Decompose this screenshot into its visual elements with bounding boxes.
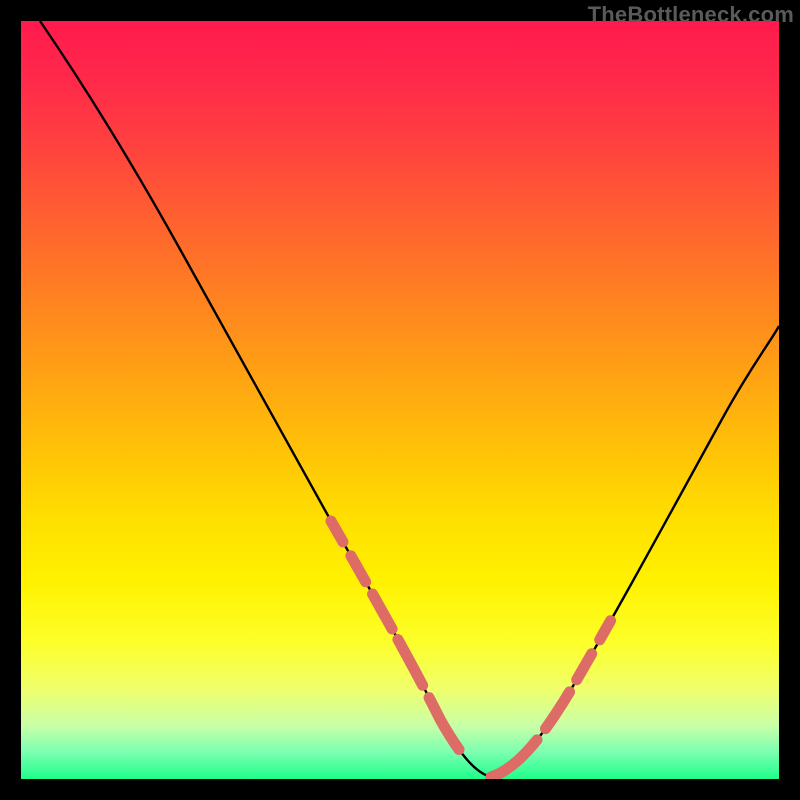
plot-area	[21, 21, 779, 779]
chart-frame: TheBottleneck.com	[0, 0, 800, 800]
left-highlight-dashes	[331, 521, 491, 777]
watermark-text: TheBottleneck.com	[588, 2, 794, 28]
right-highlight-dashes	[491, 601, 621, 777]
right-curve	[491, 326, 779, 777]
left-curve	[40, 21, 491, 777]
curve-layer	[21, 21, 779, 779]
